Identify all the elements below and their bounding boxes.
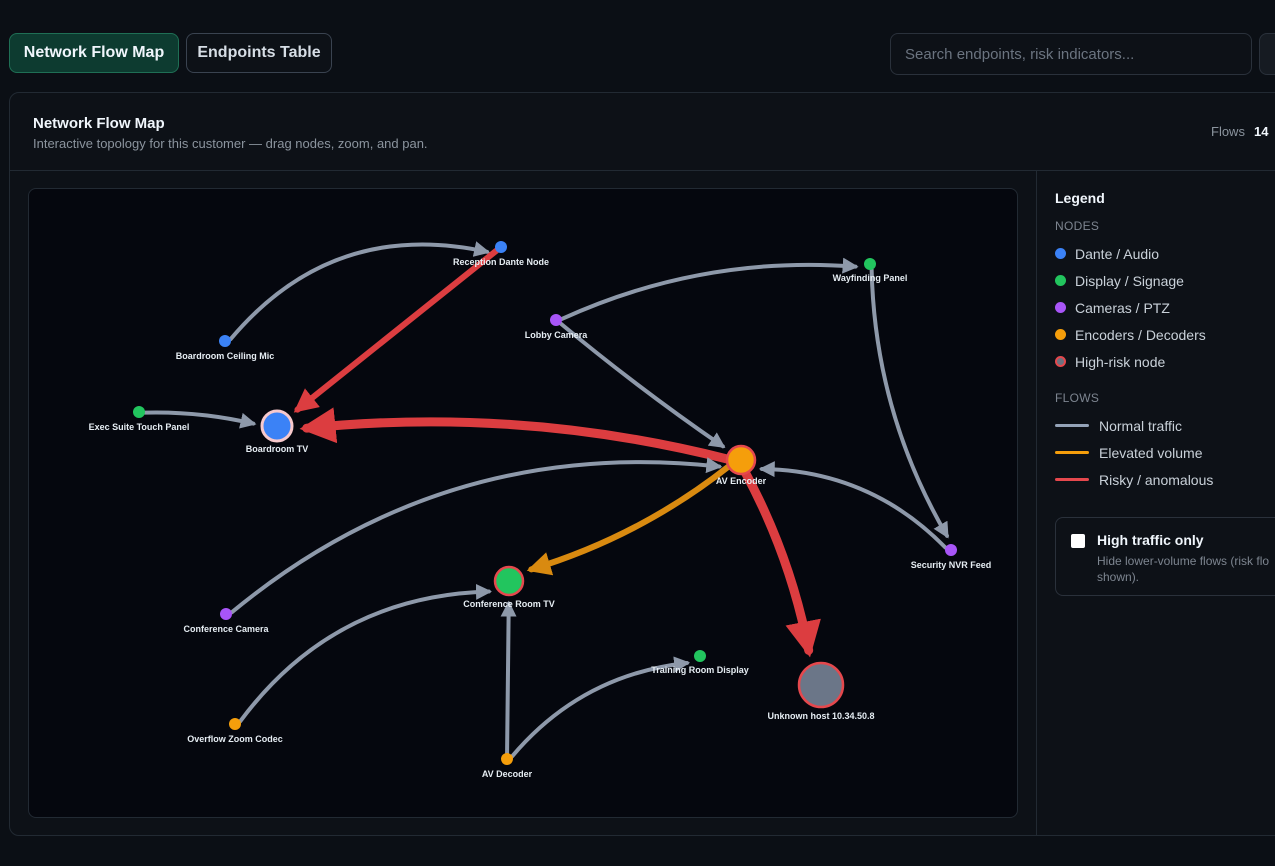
flows-count-label: Flows [1211, 124, 1245, 139]
display-node-circle[interactable] [493, 565, 525, 597]
legend-item-normal-traffic: Normal traffic [1055, 412, 1275, 439]
high-traffic-filter: High traffic only Hide lower-volume flow… [1055, 517, 1275, 596]
legend-nodes-heading: NODES [1055, 219, 1100, 233]
legend-label: High-risk node [1075, 353, 1166, 370]
legend-item-encoders-decoders: Encoders / Decoders [1055, 321, 1275, 348]
node-label: Conference Camera [183, 624, 269, 634]
flow-edge-avdec-to-conftv[interactable] [500, 600, 517, 755]
flows-count-value: 14 [1254, 124, 1269, 139]
flow-edge-lobby-to-wayfinding[interactable] [559, 257, 859, 321]
display-node-circle[interactable] [864, 258, 876, 270]
panel-divider [1036, 171, 1037, 836]
legend-label: Cameras / PTZ [1075, 299, 1170, 316]
node-label: AV Decoder [482, 769, 533, 779]
network-graph[interactable]: Reception Dante Node Boardroom Ceiling Mi… [29, 189, 1018, 818]
audio-node-circle[interactable] [260, 409, 294, 443]
encoder-node-circle[interactable] [229, 718, 241, 730]
graph-node-ceilingmic[interactable]: Boardroom Ceiling Mic [176, 335, 275, 361]
flow-edge-avdec-to-training[interactable] [510, 656, 691, 759]
graph-node-nvr[interactable]: Security NVR Feed [911, 544, 992, 570]
legend-label: Elevated volume [1099, 444, 1203, 461]
graph-node-exec[interactable]: Exec Suite Touch Panel [89, 406, 190, 432]
high-traffic-checkbox[interactable] [1071, 534, 1085, 548]
filter-title: High traffic only [1097, 532, 1204, 548]
camera-node-circle[interactable] [550, 314, 562, 326]
legend-item-high-risk-node: High-risk node [1055, 348, 1275, 375]
nodes-layer: Reception Dante Node Boardroom Ceiling Mi… [89, 241, 992, 779]
node-label: AV Encoder [716, 476, 767, 486]
flow-edge-confcam-to-avenc[interactable] [229, 457, 723, 615]
legend-item-dante-audio: Dante / Audio [1055, 240, 1275, 267]
panel-header: Network Flow Map Interactive topology fo… [10, 93, 1275, 171]
graph-node-avdec[interactable]: AV Decoder [482, 753, 533, 779]
panel-title: Network Flow Map [33, 115, 165, 132]
legend-item-elevated-volume: Elevated volume [1055, 439, 1275, 466]
display-node-circle[interactable] [133, 406, 145, 418]
legend-title: Legend [1055, 190, 1105, 206]
flow-edge-overflow-to-conftv[interactable] [238, 583, 492, 724]
app-root: Network Flow Map Endpoints Table Network… [0, 0, 1275, 866]
legend-flows-heading: FLOWS [1055, 391, 1100, 405]
legend-item-display-signage: Display / Signage [1055, 267, 1275, 294]
node-label: Exec Suite Touch Panel [89, 422, 190, 432]
node-label: Overflow Zoom Codec [187, 734, 283, 744]
flow-edge-avenc-to-boardtv[interactable] [299, 407, 732, 464]
risky-flow-line-icon [1055, 478, 1089, 481]
legend: Legend NODES Dante / Audio Display / Sig… [1055, 190, 1275, 493]
legend-label: Encoders / Decoders [1075, 326, 1206, 343]
graph-node-conftv[interactable]: Conference Room TV [463, 565, 555, 609]
node-label: Security NVR Feed [911, 560, 992, 570]
display-node-circle[interactable] [694, 650, 706, 662]
audio-node-swatch-icon [1055, 248, 1066, 259]
graph-node-confcam[interactable]: Conference Camera [183, 608, 270, 634]
legend-item-risky-anomalous: Risky / anomalous [1055, 466, 1275, 493]
tab-network-flow-map[interactable]: Network Flow Map [9, 33, 179, 73]
search-button[interactable] [1259, 33, 1275, 75]
legend-label: Risky / anomalous [1099, 471, 1214, 488]
graph-node-training[interactable]: Training Room Display [651, 650, 749, 675]
node-label: Conference Room TV [463, 599, 555, 609]
legend-label: Dante / Audio [1075, 245, 1160, 262]
graph-node-reception[interactable]: Reception Dante Node [453, 241, 549, 267]
search-input[interactable] [890, 33, 1252, 75]
node-label: Boardroom TV [246, 444, 309, 454]
camera-node-circle[interactable] [945, 544, 957, 556]
high-risk-node-swatch-icon [1055, 356, 1066, 367]
encoder-node-circle[interactable] [725, 444, 757, 476]
panel-subtitle: Interactive topology for this customer —… [33, 136, 428, 151]
node-label: Wayfinding Panel [833, 273, 908, 283]
node-label: Boardroom Ceiling Mic [176, 351, 275, 361]
node-label: Unknown host 10.34.50.8 [767, 711, 874, 721]
filter-description: Hide lower-volume flows (risk flo shown)… [1097, 554, 1270, 584]
flow-edge-avenc-to-unknown[interactable] [741, 468, 821, 658]
graph-node-boardtv[interactable]: Boardroom TV [246, 409, 309, 454]
camera-node-circle[interactable] [220, 608, 232, 620]
encoder-node-circle[interactable] [501, 753, 513, 765]
audio-node-circle[interactable] [495, 241, 507, 253]
tab-endpoints-table[interactable]: Endpoints Table [186, 33, 332, 73]
network-map-canvas[interactable]: Reception Dante Node Boardroom Ceiling Mi… [28, 188, 1018, 818]
normal-flow-line-icon [1055, 424, 1089, 427]
graph-node-overflow[interactable]: Overflow Zoom Codec [187, 718, 283, 744]
graph-node-unknown[interactable]: Unknown host 10.34.50.8 [767, 661, 875, 721]
node-label: Lobby Camera [525, 330, 589, 340]
flow-edge-reception-to-boardtv[interactable] [293, 247, 500, 413]
flow-edge-wayfinding-to-nvr[interactable] [869, 267, 949, 539]
encoder-node-swatch-icon [1055, 329, 1066, 340]
flow-edge-avenc-to-conftv[interactable] [526, 463, 732, 576]
elevated-flow-line-icon [1055, 451, 1089, 454]
legend-label: Normal traffic [1099, 417, 1182, 434]
graph-node-lobby[interactable]: Lobby Camera [525, 314, 589, 340]
audio-node-circle[interactable] [219, 335, 231, 347]
network-flow-panel: Network Flow Map Interactive topology fo… [9, 92, 1275, 836]
legend-item-cameras-ptz: Cameras / PTZ [1055, 294, 1275, 321]
node-label: Training Room Display [651, 665, 749, 675]
node-label: Reception Dante Node [453, 257, 549, 267]
graph-node-avenc[interactable]: AV Encoder [716, 444, 767, 486]
camera-node-swatch-icon [1055, 302, 1066, 313]
display-node-swatch-icon [1055, 275, 1066, 286]
legend-label: Display / Signage [1075, 272, 1184, 289]
unknown-node-circle[interactable] [797, 661, 845, 709]
